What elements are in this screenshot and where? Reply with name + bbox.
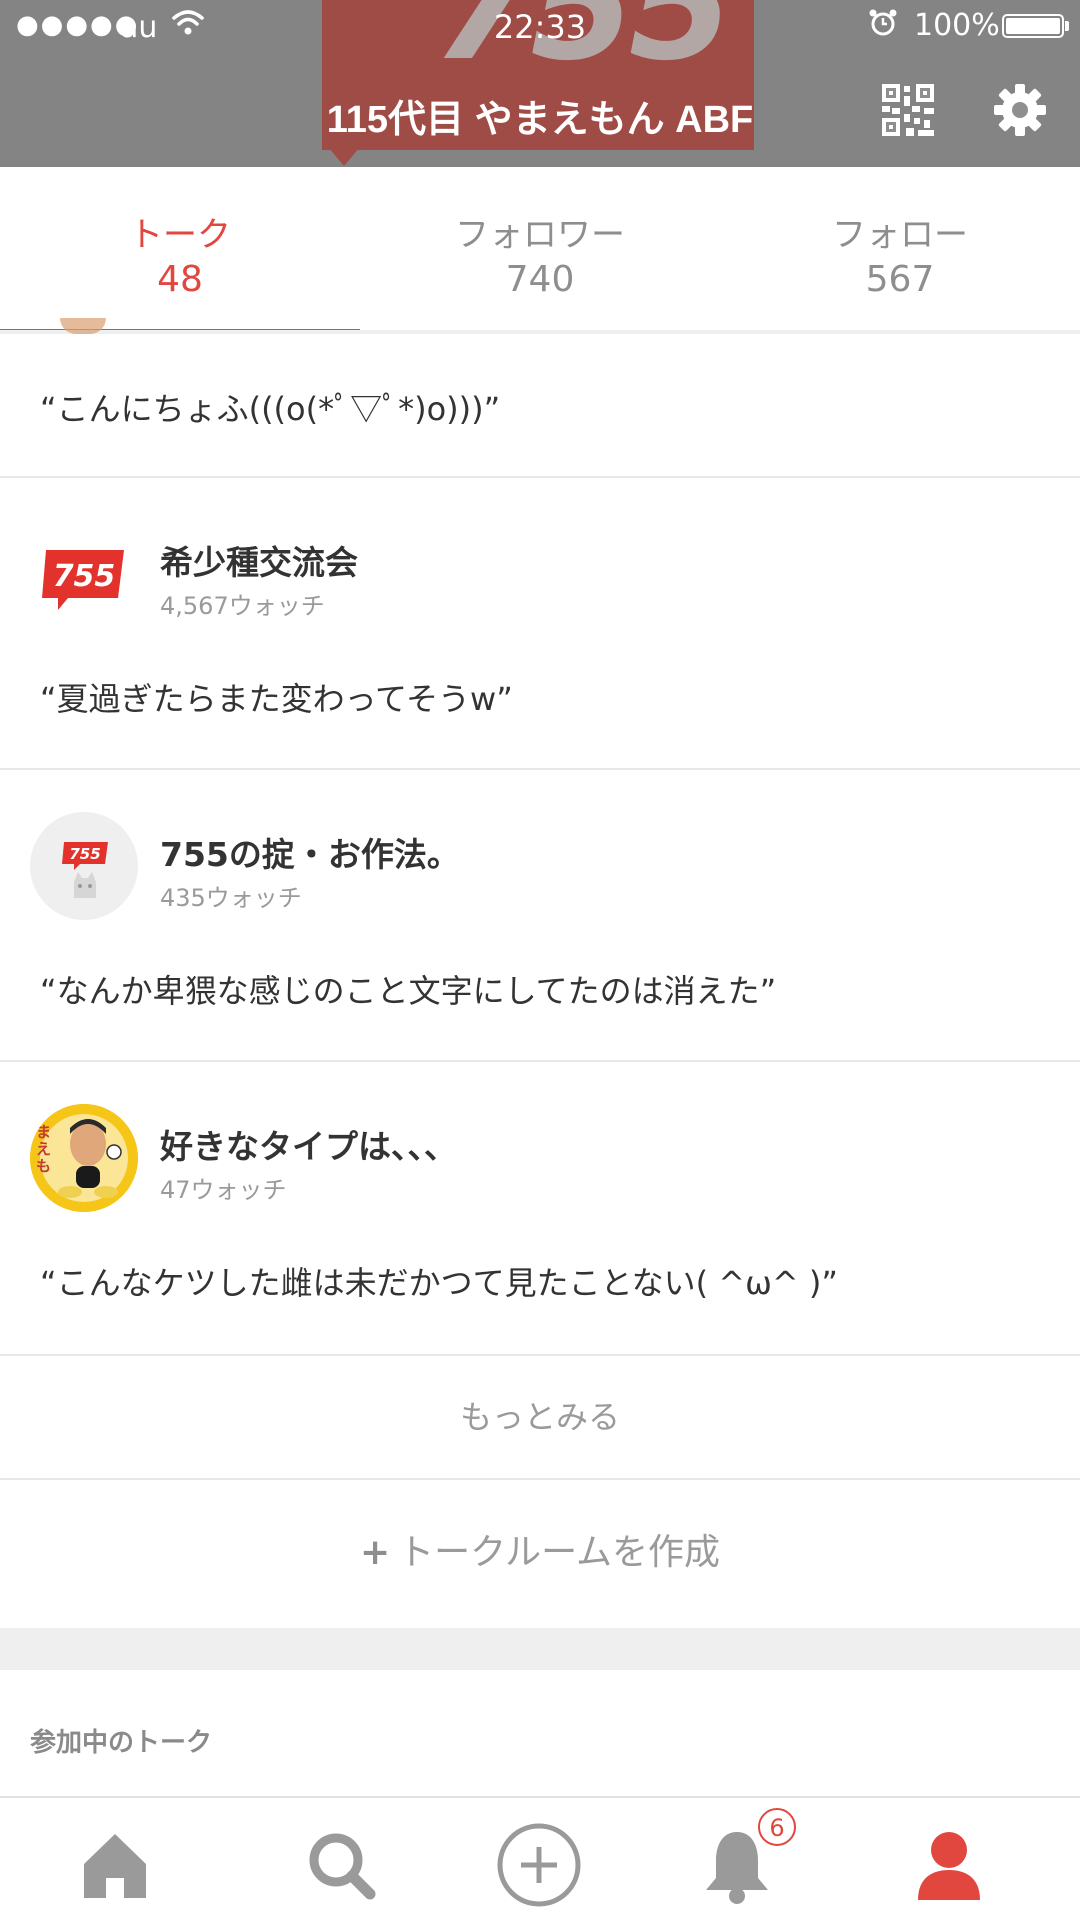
create-talk-room-label: トークルームを作成: [398, 1532, 720, 1573]
home-icon[interactable]: [70, 1820, 160, 1910]
tab-followers-label: フォロワー: [455, 215, 625, 255]
talk-quote: “こんなケツした雌は未だかつて見たことない( ^ω^ )”: [40, 1264, 838, 1302]
plus-icon: +: [359, 1532, 391, 1573]
battery-icon: [1002, 14, 1064, 38]
create-talk-room-button[interactable]: + トークルームを作成: [0, 1480, 1080, 1626]
tab-following-count: 567: [865, 259, 935, 300]
tab-talk[interactable]: トーク 48: [0, 167, 360, 335]
room-watch-count: 4,567ウォッチ: [160, 592, 325, 620]
alarm-icon: [868, 8, 898, 46]
bottom-nav: 6: [0, 1796, 1080, 1922]
see-more-button[interactable]: もっとみる: [0, 1356, 1080, 1478]
row-separator: [0, 1060, 1080, 1062]
room-name: 755の掟・お作法。: [160, 835, 460, 874]
gear-icon[interactable]: [992, 82, 1048, 138]
talk-quote: “なんか卑猥な感じのこと文字にしてたのは消えた”: [40, 972, 777, 1010]
search-icon[interactable]: [296, 1820, 386, 1910]
qr-code-icon[interactable]: [880, 82, 936, 138]
room-avatar: まえも: [30, 1104, 138, 1212]
status-bar: ●●●●● au 22:33 100%: [0, 0, 1080, 54]
row-separator: [0, 768, 1080, 770]
room-name: 希少種交流会: [160, 543, 358, 582]
tab-talk-label: トーク: [129, 215, 231, 255]
talk-quote: “夏過ぎたらまた変わってそうw”: [40, 680, 513, 718]
room-watch-count: 47ウォッチ: [160, 1176, 287, 1204]
section-gap: [0, 1628, 1080, 1670]
tab-followers[interactable]: フォロワー 740: [360, 167, 720, 335]
header: 755 ●●●●● au 22:33 100% 115代目 やまえもん ABF: [0, 0, 1080, 167]
room-avatar: 755: [30, 812, 138, 920]
battery-cap: [1065, 21, 1069, 31]
profile-icon[interactable]: [904, 1820, 994, 1910]
notification-badge: 6: [758, 1808, 796, 1846]
room-avatar-text: 755: [69, 845, 100, 863]
room-avatar-text: まえも: [36, 1123, 52, 1175]
row-separator: [0, 476, 1080, 478]
tab-following[interactable]: フォロー 567: [720, 167, 1080, 335]
tab-divider: [0, 330, 1080, 334]
talk-quote: “こんにちょふ(((o(*ﾟ▽ﾟ*)o)))”: [40, 390, 501, 428]
tab-talk-count: 48: [157, 259, 203, 300]
room-logo: 755: [40, 546, 128, 610]
tab-followers-count: 740: [505, 259, 575, 300]
room-name: 好きなタイプは、、、: [160, 1127, 457, 1166]
tab-following-label: フォロー: [832, 215, 968, 255]
profile-tabs: トーク 48 フォロワー 740 フォロー 567: [0, 167, 1080, 335]
battery-percent: 100%: [914, 8, 1000, 43]
room-watch-count: 435ウォッチ: [160, 884, 302, 912]
joined-talks-heading: 参加中のトーク: [30, 1728, 213, 1758]
room-logo-text: 755: [53, 559, 116, 594]
post-icon[interactable]: [494, 1820, 584, 1910]
